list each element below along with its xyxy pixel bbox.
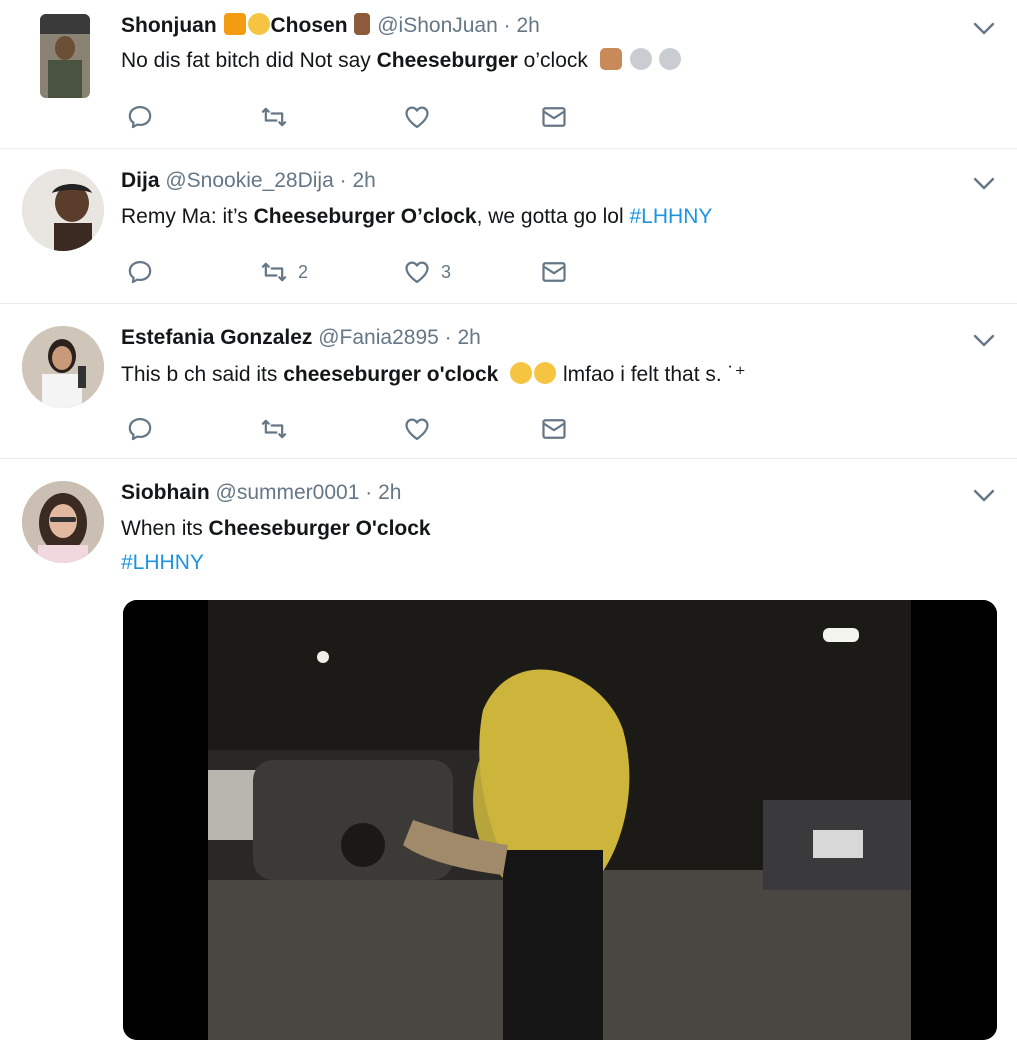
tweet-hashtag-line: #LHHNY — [121, 551, 204, 575]
tweet-text-part: lmfao i felt that s. ˙⁺ — [557, 363, 746, 386]
heart-icon — [403, 103, 431, 131]
skull-emoji-icon — [629, 48, 652, 70]
timestamp[interactable]: 2h — [378, 481, 401, 504]
tweet-text-part: No dis fat bitch did Not say — [121, 49, 377, 72]
retweet-count: 2 — [298, 261, 309, 282]
timestamp[interactable]: 2h — [458, 326, 481, 349]
separator: · — [339, 169, 347, 192]
tweet-text-part: o’clock — [517, 49, 588, 72]
tweet-text: This b ch said its cheeseburger o'clock … — [121, 362, 746, 387]
facepalm-emoji-icon — [599, 48, 622, 70]
chevron-down-icon[interactable] — [973, 334, 995, 348]
handle[interactable]: @Fania2895 — [318, 326, 439, 349]
avatar[interactable] — [22, 326, 104, 408]
like-button[interactable] — [403, 414, 441, 444]
chevron-down-icon[interactable] — [973, 22, 995, 36]
envelope-icon — [540, 415, 568, 443]
tears-of-joy-emoji-icon — [510, 362, 533, 384]
timestamp[interactable]: 2h — [516, 14, 539, 37]
video-frame — [123, 600, 997, 1040]
tweet-text-part: Remy Ma: it’s — [121, 205, 254, 228]
separator: · — [503, 14, 511, 37]
tweet[interactable]: Dija @Snookie_28Dija · 2h Remy Ma: it’s … — [0, 149, 1017, 304]
display-name[interactable]: Dija — [121, 169, 160, 192]
separator: · — [444, 326, 452, 349]
tweet-text-part: This b ch said its — [121, 363, 284, 386]
tweet-text-part: , we gotta go lol — [476, 205, 630, 228]
display-name[interactable]: Estefania Gonzalez — [121, 326, 312, 349]
tweet-text-bold: Cheeseburger — [376, 49, 518, 72]
hashtag-link[interactable]: #LHHNY — [121, 551, 204, 574]
like-button[interactable]: 3 — [403, 257, 451, 287]
pointing-hand-emoji-icon — [354, 13, 371, 35]
retweet-icon — [260, 415, 288, 443]
hashtag-link[interactable]: #LHHNY — [630, 205, 713, 228]
tweet-actions — [126, 414, 586, 444]
tweet-text: Remy Ma: it’s Cheeseburger O’clock, we g… — [121, 205, 712, 229]
tweet-text: No dis fat bitch did Not say Cheeseburge… — [121, 48, 682, 73]
like-button[interactable] — [403, 102, 441, 132]
retweet-icon — [260, 258, 288, 286]
tweet-text: When its Cheeseburger O'clock — [121, 517, 431, 541]
dm-button[interactable] — [540, 414, 568, 444]
tweet-text-bold: cheeseburger o'clock — [283, 363, 499, 386]
video-player[interactable] — [123, 600, 997, 1040]
envelope-icon — [540, 258, 568, 286]
display-name[interactable]: Shonjuan — [121, 14, 217, 37]
like-count: 3 — [441, 261, 452, 282]
tweet-text-part: When its — [121, 517, 209, 540]
tweet[interactable]: Shonjuan Chosen @iShonJuan · 2h No dis f… — [0, 0, 1017, 149]
tweet[interactable]: Estefania Gonzalez @Fania2895 · 2h This … — [0, 304, 1017, 459]
reply-button[interactable] — [126, 102, 164, 132]
reply-button[interactable] — [126, 414, 164, 444]
display-name[interactable]: Siobhain — [121, 481, 210, 504]
retweet-button[interactable] — [260, 414, 298, 444]
dm-button[interactable] — [540, 257, 568, 287]
tweet-text-bold: Cheeseburger O’clock — [253, 205, 477, 228]
reply-icon — [126, 415, 154, 443]
tweet-actions: 2 3 — [126, 257, 586, 287]
reply-icon — [126, 103, 154, 131]
chevron-down-icon[interactable] — [973, 489, 995, 503]
separator: · — [365, 481, 373, 504]
tweet-header: Siobhain @summer0001 · 2h — [121, 481, 401, 505]
handle[interactable]: @Snookie_28Dija — [165, 169, 333, 192]
chevron-down-icon[interactable] — [973, 177, 995, 191]
reply-button[interactable] — [126, 257, 164, 287]
heart-icon — [403, 415, 431, 443]
tweet-actions — [126, 102, 586, 132]
tweet-header: Dija @Snookie_28Dija · 2h — [121, 169, 376, 193]
hushed-face-emoji-icon — [247, 13, 270, 35]
handle[interactable]: @iShonJuan — [377, 14, 498, 37]
tweet-header: Estefania Gonzalez @Fania2895 · 2h — [121, 326, 481, 350]
tweet-header: Shonjuan Chosen @iShonJuan · 2h — [121, 13, 540, 38]
envelope-icon — [540, 103, 568, 131]
reply-icon — [126, 258, 154, 286]
fire-emoji-icon — [223, 13, 246, 35]
handle[interactable]: @summer0001 — [216, 481, 360, 504]
retweet-button[interactable] — [260, 102, 298, 132]
avatar[interactable] — [40, 14, 90, 98]
tweet-text-bold: Cheeseburger O'clock — [208, 517, 431, 540]
skull-emoji-icon — [659, 48, 682, 70]
retweet-icon — [260, 103, 288, 131]
timestamp[interactable]: 2h — [352, 169, 375, 192]
heart-icon — [403, 258, 431, 286]
display-name-suffix[interactable]: Chosen — [271, 14, 348, 37]
dm-button[interactable] — [540, 102, 568, 132]
avatar[interactable] — [22, 481, 104, 563]
retweet-button[interactable]: 2 — [260, 257, 308, 287]
tears-of-joy-emoji-icon — [534, 362, 557, 384]
avatar[interactable] — [22, 169, 104, 251]
